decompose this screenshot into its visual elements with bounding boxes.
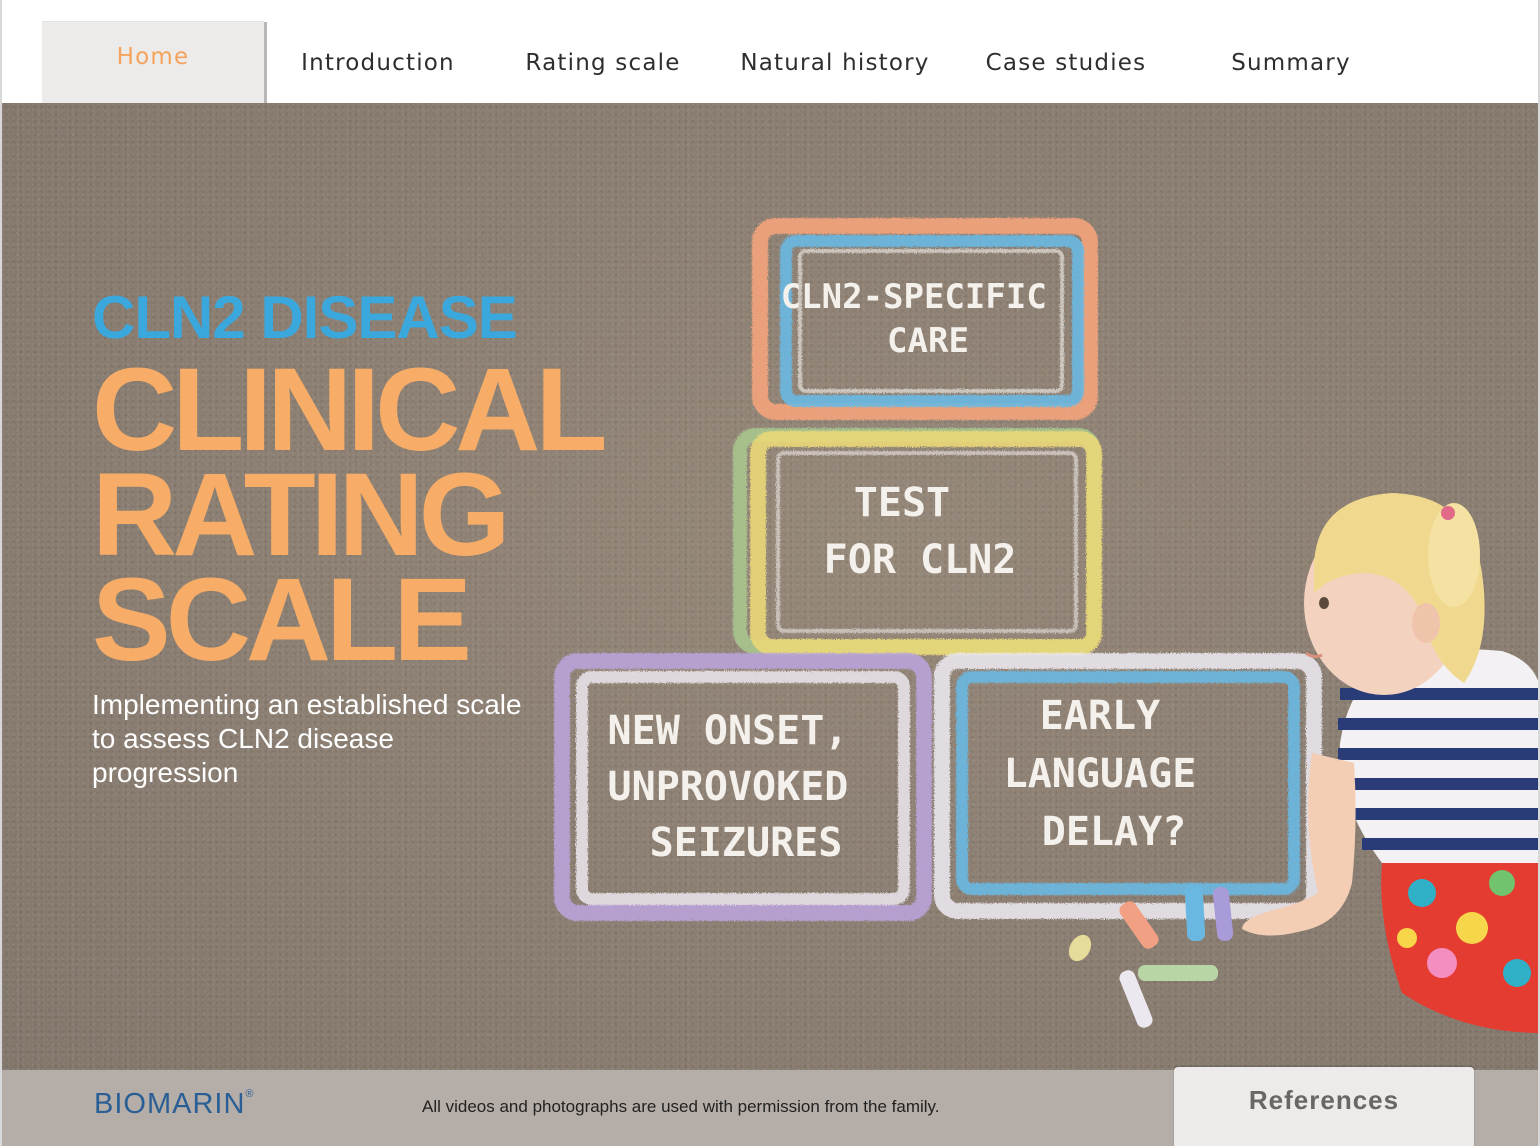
tab-summary[interactable]: Summary bbox=[1180, 22, 1402, 103]
tab-case-studies[interactable]: Case studies bbox=[956, 22, 1176, 103]
chalk-drawing-illustration: CLN2-SPECIFIC CARE TEST FOR CLN2 NEW ONS… bbox=[554, 218, 1538, 1033]
tab-natural-history[interactable]: Natural history bbox=[718, 22, 952, 103]
tab-home[interactable]: Home bbox=[42, 22, 264, 103]
chalk-text-specific-care: CLN2-SPECIFIC CARE bbox=[781, 277, 1068, 361]
permission-note: All videos and photographs are used with… bbox=[422, 1097, 940, 1116]
tab-introduction[interactable]: Introduction bbox=[268, 22, 488, 103]
references-button[interactable]: References bbox=[1174, 1067, 1474, 1146]
chalk-text-seizures: NEW ONSET, UNPROVOKED SEIZURES bbox=[608, 708, 873, 866]
chalk-text-test: TEST FOR CLN2 bbox=[824, 480, 1017, 583]
child-photo bbox=[1242, 493, 1538, 1033]
tab-rating-scale[interactable]: Rating scale bbox=[492, 22, 714, 103]
hero-banner: CLN2 DISEASE CLINICAL RATING SCALE Imple… bbox=[2, 103, 1538, 1070]
chalk-box-specific-care bbox=[752, 218, 1098, 420]
biomarin-logo: BIOMARIN® bbox=[94, 1088, 255, 1120]
chalk-text-language: EARLY LANGUAGE DELAY? bbox=[1004, 693, 1221, 855]
app-window: Home Introduction Rating scale Natural h… bbox=[0, 0, 1540, 1146]
footer: BIOMARIN® All videos and photographs are… bbox=[2, 1067, 1538, 1146]
top-nav: Home Introduction Rating scale Natural h… bbox=[2, 0, 1538, 103]
